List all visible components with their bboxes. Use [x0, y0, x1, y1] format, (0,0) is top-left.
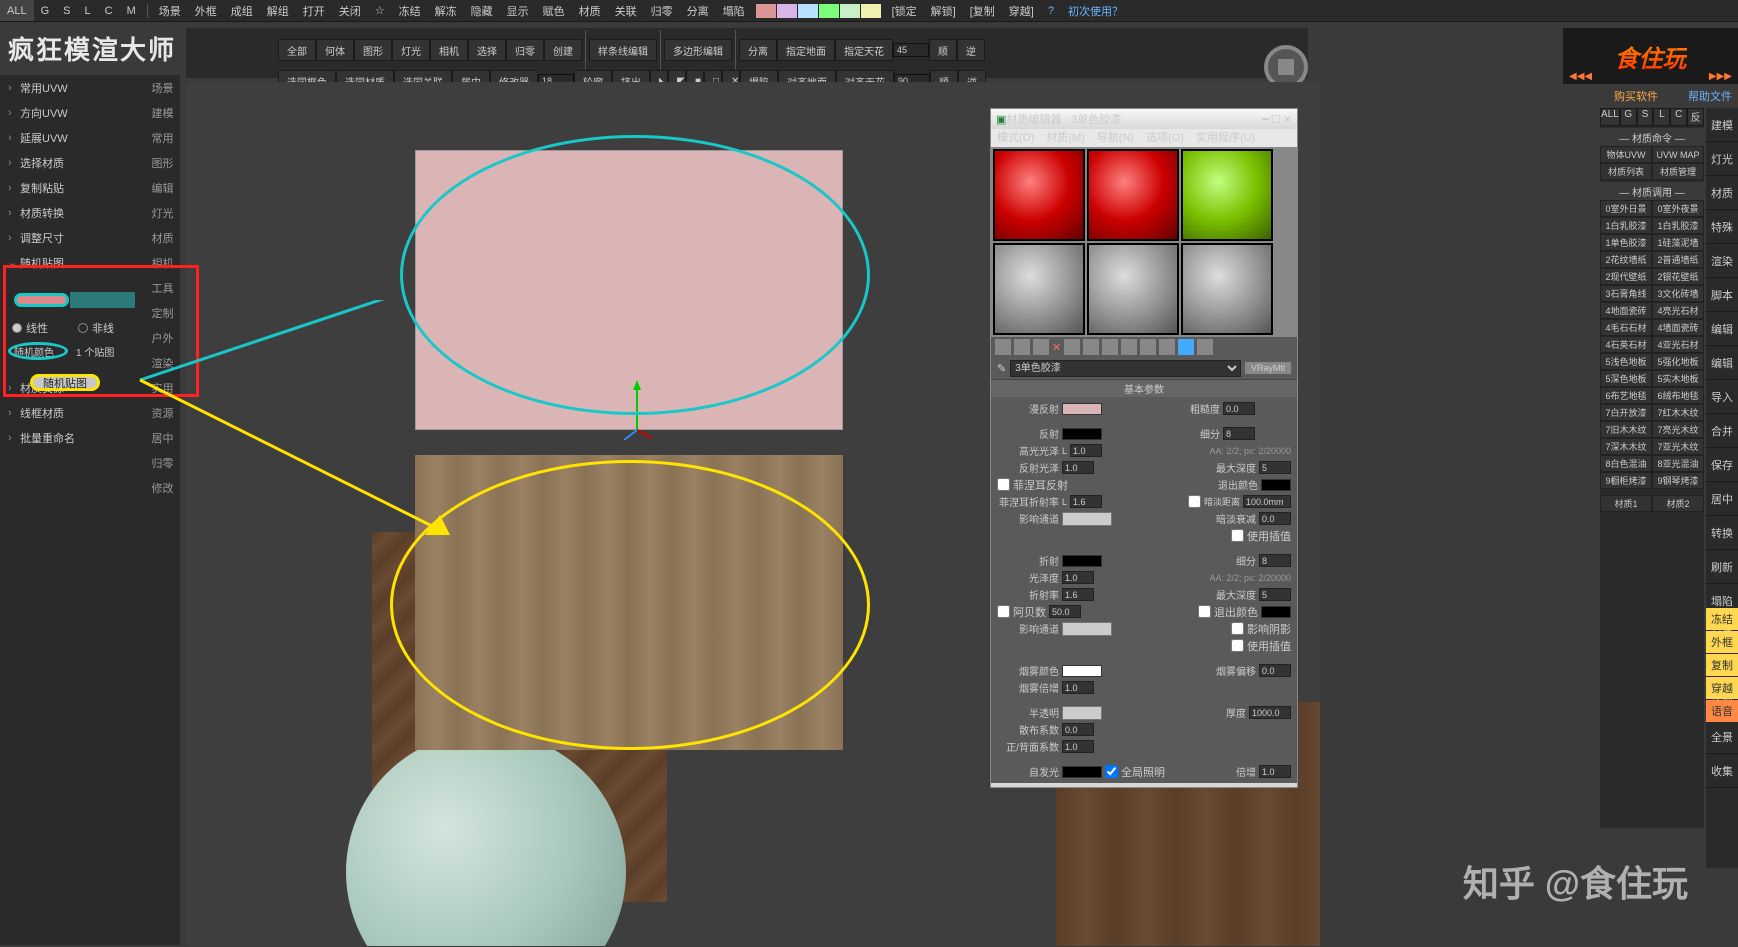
- material-preset[interactable]: 1白乳胶漆: [1652, 217, 1704, 234]
- material-preset[interactable]: 6布艺地毯: [1600, 387, 1652, 404]
- material-preset[interactable]: 4毛石石材: [1600, 319, 1652, 336]
- material-preset[interactable]: 1单色胶漆: [1600, 234, 1652, 251]
- material-slots: [991, 147, 1297, 337]
- material-preset[interactable]: 9钢琴烤漆: [1652, 472, 1704, 489]
- material-preset[interactable]: 2银花壁纸: [1652, 268, 1704, 285]
- material-editor-window[interactable]: ▣ 材质编辑器 - 3单色胶漆 ━ ☐ ✕ 模式(D)材质(M) 导航(N)选项…: [990, 108, 1298, 788]
- minimize-icon[interactable]: ━: [1262, 113, 1269, 126]
- random-texture-button[interactable]: 随机贴图: [30, 374, 100, 391]
- color-swatches: [756, 4, 881, 18]
- material-preset[interactable]: 5实木地板: [1652, 370, 1704, 387]
- material-preset[interactable]: 0室外日景: [1600, 200, 1652, 217]
- material-preset[interactable]: 1白乳胶漆: [1600, 217, 1652, 234]
- material-preset[interactable]: 9橱柜烤漆: [1600, 472, 1652, 489]
- watermark: 知乎 @食住玩: [1463, 855, 1688, 907]
- mat-toolbar: ✕: [991, 337, 1297, 357]
- close-icon[interactable]: ✕: [1283, 113, 1292, 126]
- material-preset[interactable]: 3石膏角线: [1600, 285, 1652, 302]
- yellow-action-buttons: 冻结外框复制穿越语音: [1706, 608, 1738, 723]
- top-menubar: ALL G S L C M 场景 外框 成组 解组 打开 关闭 ☆ 冻结 解冻 …: [0, 0, 1738, 22]
- material-preset[interactable]: 4亮光石材: [1652, 302, 1704, 319]
- material-preset[interactable]: 7深木木纹: [1600, 438, 1652, 455]
- app-title: 疯狂模渲大师: [8, 30, 176, 67]
- maximize-icon[interactable]: ☐: [1271, 113, 1281, 126]
- material-preset[interactable]: 4地面瓷砖: [1600, 302, 1652, 319]
- material-preset[interactable]: 8白色混油: [1600, 455, 1652, 472]
- eyedropper-icon[interactable]: ✎: [997, 362, 1006, 375]
- far-right-tabs: 建模灯光材质特殊渲染脚本编辑编辑导入合并保存居中转换刷新塌陷材质相机清理全景收集: [1706, 108, 1738, 868]
- material-preset[interactable]: 8亚光混油: [1652, 455, 1704, 472]
- tb-all[interactable]: ALL: [0, 0, 34, 21]
- transform-gizmo[interactable]: [622, 380, 652, 430]
- material-preset[interactable]: 4墙面瓷砖: [1652, 319, 1704, 336]
- material-preset[interactable]: 4石英石材: [1600, 336, 1652, 353]
- material-preset[interactable]: 4亚光石材: [1652, 336, 1704, 353]
- material-preset[interactable]: 1硅藻泥墙: [1652, 234, 1704, 251]
- category-tabs: 场景建模 常用图形 编辑灯光 材质相机 工具定制 户外渲染 实用资源 居中归零 …: [145, 75, 180, 500]
- material-preset[interactable]: 5强化地板: [1652, 353, 1704, 370]
- right-panel: ALLG SL C反 — 材质命令 — 物体UVWUVW MAP 材质列表材质管…: [1600, 108, 1704, 828]
- material-preset[interactable]: 5深色地板: [1600, 370, 1652, 387]
- radio-linear[interactable]: 线性: [12, 320, 48, 336]
- material-preset[interactable]: 0室外夜景: [1652, 200, 1704, 217]
- material-preset[interactable]: 7亮光木纹: [1652, 421, 1704, 438]
- radio-nonlinear[interactable]: 非线: [78, 320, 114, 336]
- material-preset[interactable]: 7旧木木纹: [1600, 421, 1652, 438]
- logo-links: 购买软件 帮助文件: [1614, 88, 1732, 104]
- material-preset[interactable]: 5浅色地板: [1600, 353, 1652, 370]
- material-preset[interactable]: 7白开放漆: [1600, 404, 1652, 421]
- material-preset[interactable]: 3文化砖墙: [1652, 285, 1704, 302]
- window-title[interactable]: ▣ 材质编辑器 - 3单色胶漆 ━ ☐ ✕: [991, 109, 1297, 129]
- picker-icon[interactable]: [995, 339, 1011, 355]
- material-preset-grid: 0室外日景0室外夜景1白乳胶漆1白乳胶漆1单色胶漆1硅藻泥墙2花纹墙纸2普通墙纸…: [1600, 200, 1704, 489]
- material-preset[interactable]: 2现代壁纸: [1600, 268, 1652, 285]
- brand-logo: 食住玩 ◀◀◀ ▶▶▶: [1563, 28, 1738, 84]
- material-name-select[interactable]: 3单色胶漆: [1010, 360, 1241, 377]
- color-swatch-highlighted[interactable]: [14, 293, 69, 307]
- material-preset[interactable]: 6绒布地毯: [1652, 387, 1704, 404]
- material-preset[interactable]: 7亚光木纹: [1652, 438, 1704, 455]
- material-preset[interactable]: 7红木木纹: [1652, 404, 1704, 421]
- material-menu: 模式(D)材质(M) 导航(N)选项(O) 实用程序(U): [991, 129, 1297, 147]
- ribbon-toolbar: 全部何体 图形灯光 相机选择 归零创建 样条线编辑 多边形编辑 分离指定地面 指…: [186, 28, 1308, 78]
- material-preset[interactable]: 2普通墙纸: [1652, 251, 1704, 268]
- left-panel: ›常用UVW ›方向UVW ›延展UVW ›选择材质 ›复制粘贴 ›材质转换 ›…: [0, 75, 180, 945]
- material-preset[interactable]: 2花纹墙纸: [1600, 251, 1652, 268]
- wood-plane[interactable]: [415, 455, 843, 750]
